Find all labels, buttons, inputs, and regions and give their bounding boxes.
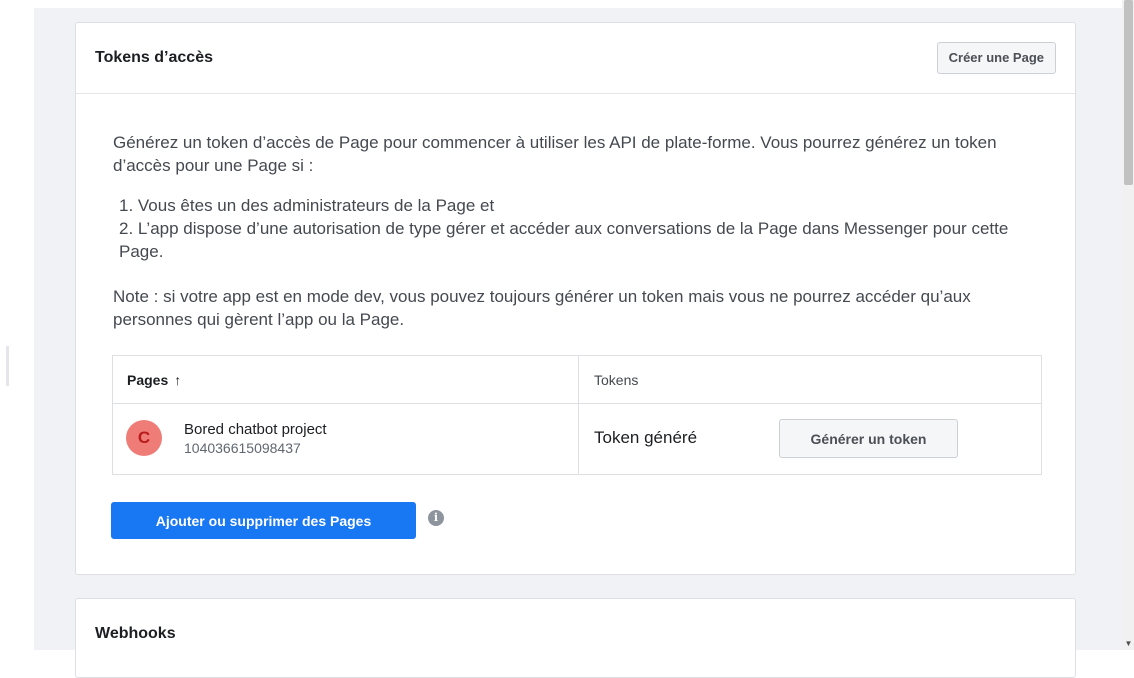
webhooks-title: Webhooks bbox=[95, 625, 176, 642]
condition-item-2: 2. L’app dispose d’une autorisation de t… bbox=[119, 219, 1009, 261]
intro-text: Générez un token d’accès de Page pour co… bbox=[113, 133, 997, 175]
access-tokens-title: Tokens d’accès bbox=[95, 49, 213, 66]
pages-column-header[interactable]: Pages ↑ bbox=[127, 372, 181, 388]
page-name: Bored chatbot project bbox=[184, 421, 327, 438]
pages-header-label: Pages bbox=[127, 372, 169, 388]
access-tokens-header: Tokens d’accès Créer une Page bbox=[76, 23, 1075, 94]
scrollbar-thumb[interactable] bbox=[1124, 0, 1133, 185]
webhooks-card: Webhooks bbox=[75, 598, 1076, 678]
condition-item-1: 1. Vous êtes un des administrateurs de l… bbox=[119, 196, 495, 215]
info-icon[interactable]: i bbox=[428, 510, 444, 526]
column-divider bbox=[578, 356, 579, 474]
generate-token-button[interactable]: Générer un token bbox=[779, 419, 958, 458]
access-tokens-card: Tokens d’accès Créer une Page Générez un… bbox=[75, 22, 1076, 575]
create-page-button[interactable]: Créer une Page bbox=[936, 42, 1056, 74]
table-header-row bbox=[113, 356, 1041, 404]
page-avatar: C bbox=[126, 420, 162, 456]
add-remove-pages-button[interactable]: Ajouter ou supprimer des Pages bbox=[111, 502, 416, 539]
sort-ascending-icon: ↑ bbox=[174, 372, 182, 388]
left-edge-handle bbox=[6, 346, 9, 386]
pages-table: Pages ↑ Tokens C Bored chatbot project 10… bbox=[112, 355, 1042, 475]
scroll-down-arrow-icon[interactable]: ▼ bbox=[1124, 638, 1133, 650]
page-id: 104036615098437 bbox=[184, 440, 301, 456]
dev-mode-note: Note : si votre app est en mode dev, vou… bbox=[113, 287, 971, 329]
token-status: Token généré bbox=[594, 428, 698, 447]
tokens-column-header: Tokens bbox=[594, 372, 639, 388]
